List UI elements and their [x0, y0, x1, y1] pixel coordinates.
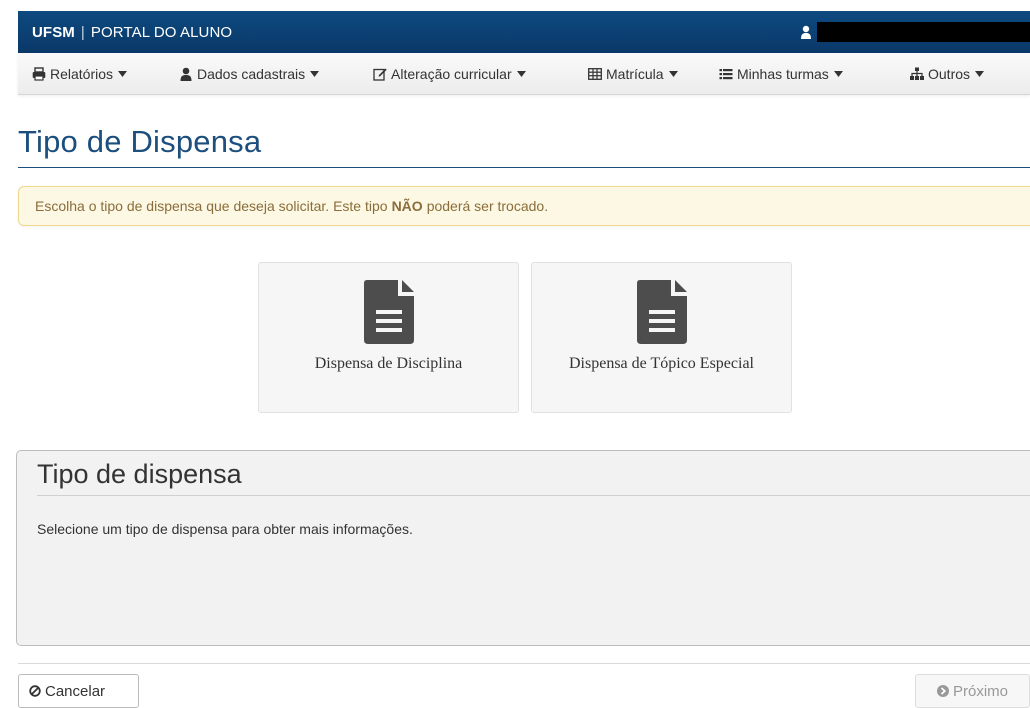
nav-label: Alteração curricular — [391, 66, 512, 82]
nav-label: Minhas turmas — [737, 66, 829, 82]
user-menu[interactable] — [801, 22, 1030, 42]
chevron-down-icon — [833, 71, 843, 77]
user-icon — [801, 25, 811, 39]
nav-item-alteracao-curricular[interactable]: Alteração curricular — [373, 53, 526, 95]
page-title: Tipo de Dispensa — [18, 124, 262, 159]
edit-icon — [373, 68, 387, 81]
alert-emphasis: NÃO — [391, 198, 423, 214]
panel-divider — [37, 495, 1030, 496]
alert-text-end: poderá ser trocado. — [426, 198, 549, 214]
title-divider — [18, 167, 1030, 168]
nav-label: Dados cadastrais — [197, 66, 306, 82]
chevron-down-icon — [310, 71, 320, 77]
nav-item-relatorios[interactable]: Relatórios — [32, 53, 128, 95]
arrow-circle-right-icon — [936, 685, 949, 697]
main-navbar: Relatórios Dados cadastrais Alteração cu… — [18, 53, 1030, 95]
panel-title: Tipo de dispensa — [37, 459, 242, 489]
cancel-button[interactable]: Cancelar — [18, 674, 139, 708]
ban-icon — [29, 685, 41, 697]
option-card-dispensa-disciplina[interactable]: Dispensa de Disciplina — [258, 262, 519, 413]
top-header-bar: UFSM | PORTAL DO ALUNO — [18, 11, 1030, 53]
user-name-redacted — [817, 22, 1030, 42]
option-label: Dispensa de Disciplina — [314, 355, 463, 372]
alert-text: Escolha o tipo de dispensa que deseja so… — [35, 198, 388, 214]
table-icon — [588, 68, 602, 80]
info-panel: Tipo de dispensa Selecione um tipo de di… — [16, 450, 1030, 646]
next-label: Próximo — [952, 682, 1008, 700]
chevron-down-icon — [668, 71, 678, 77]
brand-separator: | — [80, 23, 85, 41]
user-icon — [180, 67, 192, 81]
warning-alert: Escolha o tipo de dispensa que deseja so… — [18, 186, 1030, 226]
footer-divider — [18, 663, 1030, 664]
brand-portal-name: PORTAL DO ALUNO — [90, 23, 233, 41]
nav-label: Matrícula — [606, 66, 664, 82]
nav-label: Outros — [928, 66, 971, 82]
panel-description: Selecione um tipo de dispensa para obter… — [37, 521, 413, 537]
file-text-icon — [636, 280, 687, 344]
chevron-down-icon — [118, 71, 128, 77]
option-label: Dispensa de Tópico Especial — [569, 355, 754, 372]
nav-item-matricula[interactable]: Matrícula — [588, 53, 678, 95]
list-icon — [719, 69, 733, 80]
brand-ufsm: UFSM — [32, 23, 75, 41]
nav-item-dados-cadastrais[interactable]: Dados cadastrais — [179, 53, 320, 95]
chevron-down-icon — [975, 71, 985, 77]
file-text-icon — [363, 280, 414, 344]
sitemap-icon — [910, 67, 924, 80]
nav-item-minhas-turmas[interactable]: Minhas turmas — [719, 53, 843, 95]
option-card-dispensa-topico-especial[interactable]: Dispensa de Tópico Especial — [531, 262, 792, 413]
portal-brand[interactable]: UFSM | PORTAL DO ALUNO — [32, 24, 232, 41]
nav-label: Relatórios — [50, 66, 114, 82]
next-button[interactable]: Próximo — [915, 674, 1030, 708]
print-icon — [32, 67, 46, 81]
nav-item-outros[interactable]: Outros — [910, 53, 985, 95]
cancel-label: Cancelar — [45, 682, 106, 700]
chevron-down-icon — [516, 71, 526, 77]
